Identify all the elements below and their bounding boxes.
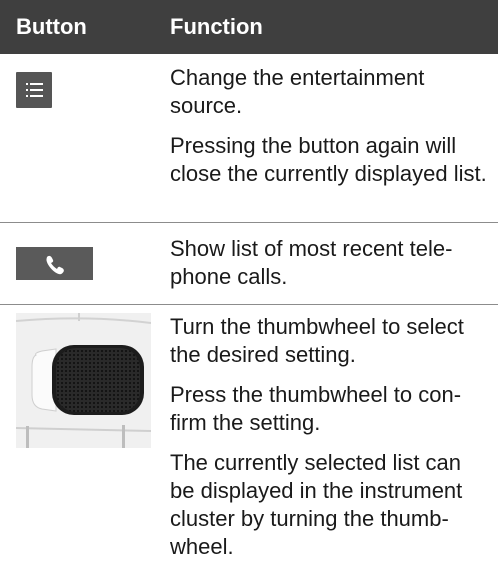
function-description: Change the entertainment source. Pressin… bbox=[170, 64, 490, 200]
header-button-column: Button bbox=[16, 14, 87, 39]
list-menu-icon bbox=[16, 72, 52, 108]
function-text: Turn the thumbwheel to select the desire… bbox=[170, 314, 464, 367]
function-description: Show list of most recent tele­phone call… bbox=[170, 235, 490, 303]
thumbwheel-image bbox=[15, 313, 152, 453]
header-function-column: Function bbox=[170, 14, 263, 39]
table-row: Turn the thumbwheel to select the desire… bbox=[0, 305, 498, 561]
function-text: Pressing the button again will close the… bbox=[170, 133, 487, 186]
phone-handset-icon bbox=[16, 247, 93, 280]
table-row: Show list of most recent tele­phone call… bbox=[0, 223, 498, 304]
function-description: Turn the thumbwheel to select the desire… bbox=[170, 313, 490, 573]
function-text: Press the thumbwheel to con­firm the set… bbox=[170, 382, 462, 435]
table-header: Button Function bbox=[0, 0, 498, 54]
function-text: The currently selected list can be displ… bbox=[170, 450, 463, 559]
table-row: Change the entertainment source. Pressin… bbox=[0, 54, 498, 222]
function-text: Show list of most recent tele­phone call… bbox=[170, 236, 453, 289]
function-text: Change the entertainment source. bbox=[170, 65, 425, 118]
